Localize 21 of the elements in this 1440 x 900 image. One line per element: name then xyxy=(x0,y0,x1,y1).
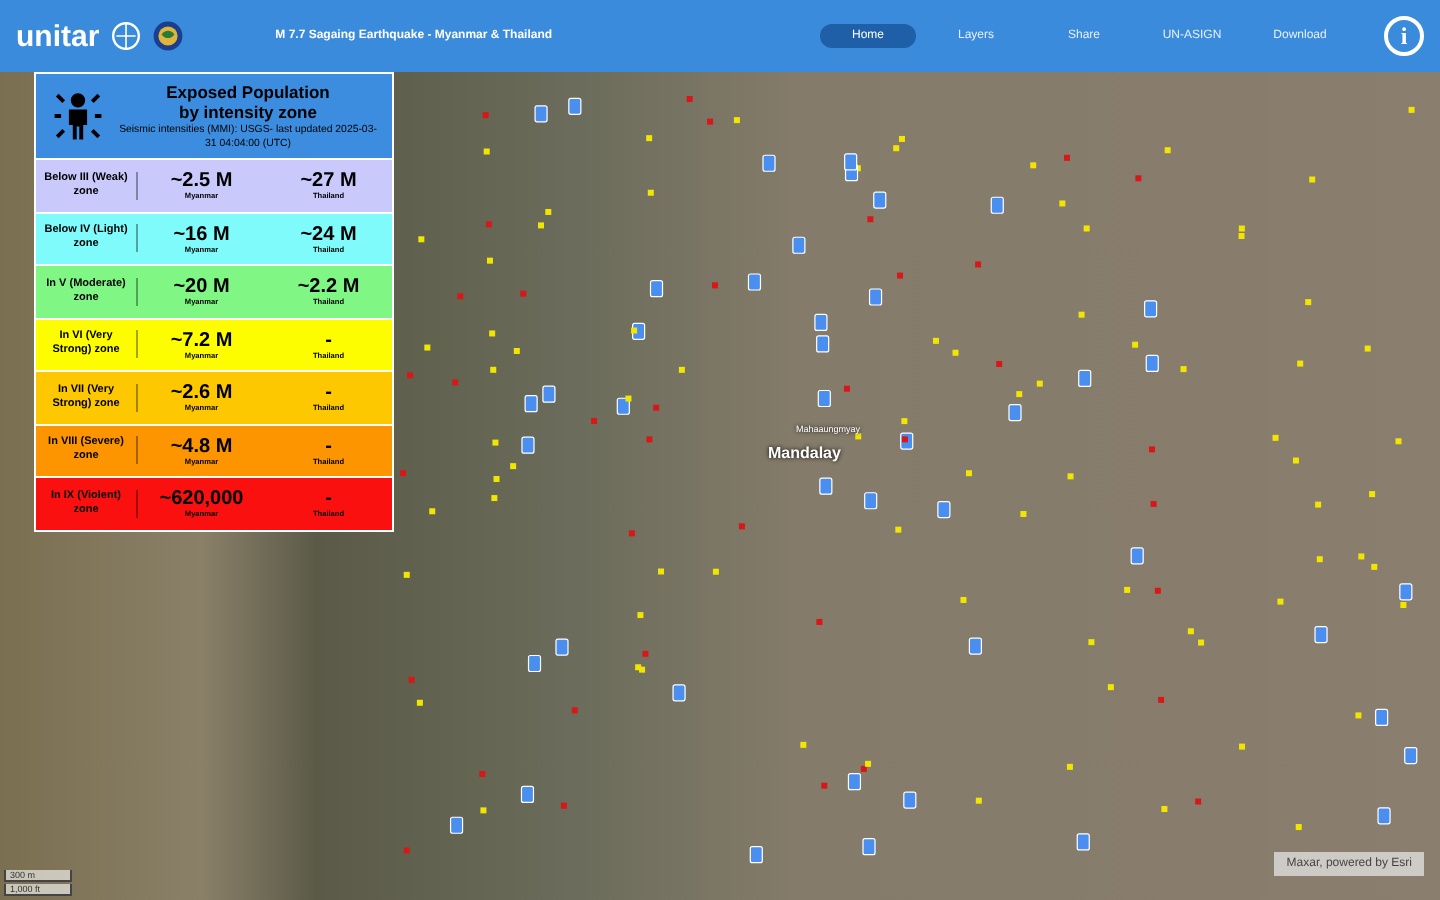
brand-logo: unitar xyxy=(16,19,100,53)
place-label: Mandalay xyxy=(768,444,841,462)
population-value: ~16 M xyxy=(171,223,232,246)
person-shaking-icon xyxy=(52,90,104,142)
population-value: ~7.2 M xyxy=(168,329,235,352)
population-value: ~2.5 M xyxy=(168,170,235,193)
panel-title: Exposed Population by intensity zone xyxy=(164,82,332,122)
population-value: ~2.2 M xyxy=(295,276,362,299)
population-value: - xyxy=(325,382,332,405)
population-value: ~2.6 M xyxy=(168,382,235,405)
population-value: ~27 M xyxy=(298,170,359,193)
population-value: ~20 M xyxy=(171,276,232,299)
globe-icon xyxy=(151,20,184,52)
population-value: - xyxy=(323,435,334,458)
population-value: - xyxy=(325,488,332,511)
population-value: ~4.8 M xyxy=(168,435,235,458)
info-button[interactable]: i xyxy=(1384,16,1424,56)
population-value: ~620,000 xyxy=(157,488,246,511)
population-value: - xyxy=(323,329,334,352)
emblem-icon xyxy=(109,20,142,52)
population-value: ~24 M xyxy=(298,223,359,246)
